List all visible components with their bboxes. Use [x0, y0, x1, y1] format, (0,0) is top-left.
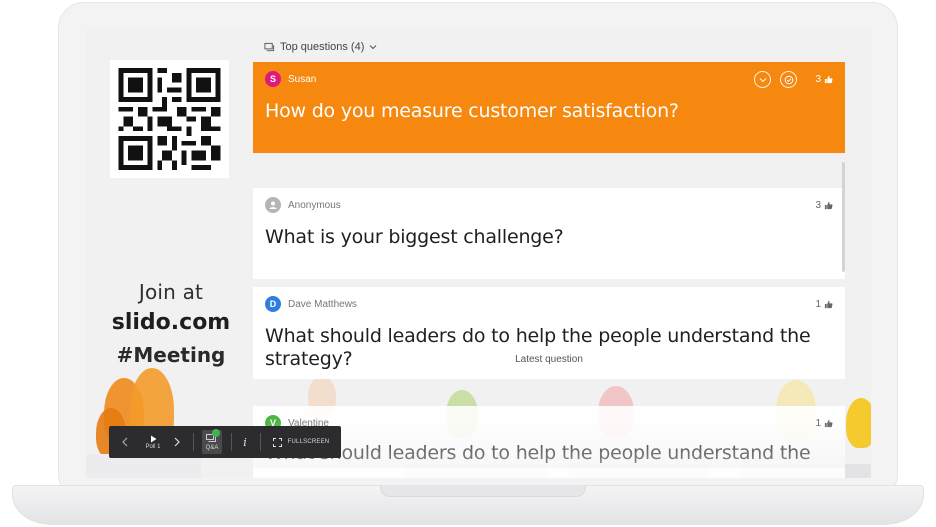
scrollbar[interactable]	[842, 162, 845, 272]
play-poll-button[interactable]: Poll 1	[141, 431, 165, 453]
thumbs-up-icon	[824, 201, 833, 210]
qa-label: Q&A	[205, 445, 219, 451]
chevron-down-icon	[370, 45, 377, 50]
like-count: 1	[815, 418, 833, 429]
like-count: 3	[815, 200, 833, 211]
toolbar-divider	[260, 433, 261, 451]
question-text: What is your biggest challenge?	[265, 226, 564, 248]
thumbs-up-icon	[824, 419, 833, 428]
fullscreen-icon	[272, 437, 282, 447]
chat-icon	[264, 42, 275, 51]
question-card-active[interactable]: S Susan 3 How do you measure customer sa…	[253, 62, 845, 153]
info-button[interactable]: i	[238, 434, 252, 450]
thumbs-up-icon	[824, 75, 833, 84]
fullscreen-label: FULLSCREEN	[287, 439, 330, 445]
chevron-down-icon	[759, 77, 766, 82]
event-code: #Meeting	[116, 343, 226, 367]
qa-button[interactable]: Q&A	[202, 429, 222, 454]
latest-question-label: Latest question	[515, 354, 583, 365]
avatar: S	[265, 71, 281, 87]
top-questions-header[interactable]: Top questions (4)	[264, 38, 377, 56]
join-url: slido.com	[111, 310, 231, 335]
collapse-button[interactable]	[754, 71, 771, 88]
question-author: Anonymous	[288, 199, 341, 211]
presentation-screen: Join at slido.com #Meeting Top questions…	[86, 28, 871, 478]
mark-answered-button[interactable]	[780, 71, 797, 88]
presenter-toolbar: Poll 1 Q&A i FULLSCREEN	[109, 426, 341, 458]
avatar	[265, 197, 281, 213]
anonymous-user-icon	[269, 201, 277, 209]
like-count: 3	[815, 74, 833, 85]
toolbar-divider	[231, 433, 232, 451]
fullscreen-button[interactable]: FULLSCREEN	[267, 434, 335, 450]
question-card[interactable]: D Dave Matthews 1 What should leaders do…	[253, 287, 845, 379]
play-icon	[150, 435, 156, 442]
chevron-right-icon	[174, 437, 180, 447]
info-icon: i	[243, 435, 247, 449]
question-author: Susan	[288, 73, 317, 85]
active-check-badge	[212, 429, 220, 437]
toolbar-divider	[193, 433, 194, 451]
check-circle-icon	[784, 75, 793, 84]
previous-button[interactable]	[119, 434, 131, 450]
chevron-left-icon	[122, 437, 128, 447]
poll-label: Poll 1	[145, 443, 161, 450]
question-text: How do you measure customer satisfaction…	[265, 100, 679, 122]
laptop-notch	[380, 485, 586, 497]
top-questions-label: Top questions (4)	[280, 41, 365, 53]
like-count: 1	[815, 299, 833, 310]
question-card[interactable]: V Valentine 1 What should leaders do to …	[253, 406, 845, 478]
next-button[interactable]	[171, 434, 183, 450]
join-at-text: Join at	[138, 280, 204, 304]
question-card[interactable]: Anonymous 3 What is your biggest challen…	[253, 188, 845, 279]
question-text: What should leaders do to help the peopl…	[265, 442, 811, 464]
join-instructions: Join at slido.com #Meeting	[96, 280, 246, 367]
avatar: D	[265, 296, 281, 312]
qr-code	[110, 60, 229, 178]
thumbs-up-icon	[824, 300, 833, 309]
question-author: Dave Matthews	[288, 298, 357, 310]
